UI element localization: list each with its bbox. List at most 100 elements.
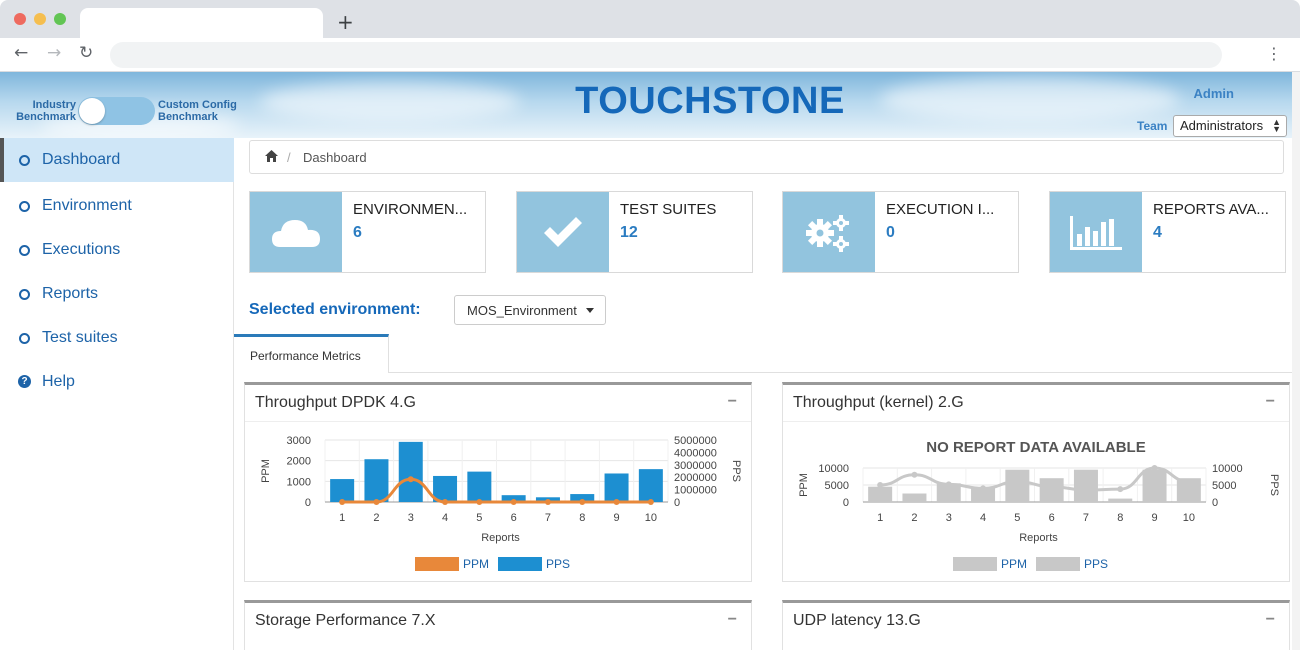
y2-tick-label: 5000000 [674,435,717,447]
x-tick-label: 4 [980,512,986,524]
x-tick-label: 6 [511,512,517,524]
x-tick-label: 5 [1014,512,1020,524]
bar-pps [364,459,389,502]
legend-swatch-ppm [953,557,997,571]
team-select[interactable]: Administrators ▲ ▼ [1173,115,1287,137]
address-bar[interactable] [110,42,1222,68]
maximize-window-icon[interactable] [54,13,66,25]
environment-select-value: MOS_Environment [467,303,577,318]
y2-tick-label: 10000 [1212,463,1243,475]
x-tick-label: 5 [476,512,482,524]
y2-tick-label: 1000000 [674,485,717,497]
bar-pps [868,486,893,502]
minimize-window-icon[interactable] [34,13,46,25]
stat-title: EXECUTION I... [886,201,995,218]
sidebar-item-label: Environment [42,197,132,214]
stat-value: 12 [620,224,638,241]
x-tick-label: 8 [579,512,585,524]
app-header: Industry Benchmark Custom Config Benchma… [0,72,1300,138]
sidebar-item-reports[interactable]: Reports [0,272,234,316]
point-ppm [339,499,346,505]
benchmark-toggle[interactable] [78,97,155,125]
tab-performance-metrics[interactable]: Performance Metrics [234,334,389,373]
x-tick-label: 1 [877,512,883,524]
browser-menu-icon[interactable]: ⋮ [1266,44,1282,63]
x-tick-label: 6 [1049,512,1055,524]
collapse-icon[interactable]: − [1266,393,1275,411]
stat-value: 0 [886,224,895,241]
browser-tab[interactable] [80,8,323,38]
y-axis-label: PPM [798,473,810,497]
circle-icon [19,245,30,256]
point-ppm [579,499,586,505]
help-icon: ? [18,375,31,388]
x-tick-label: 9 [613,512,619,524]
point-ppm [1117,486,1124,493]
team-select-value: Administrators [1180,118,1264,133]
y-tick-label: 0 [843,497,849,509]
collapse-icon[interactable]: − [1266,611,1275,629]
collapse-icon[interactable]: − [728,611,737,629]
y-tick-label: 3000 [287,435,311,447]
selected-environment-label: Selected environment: [249,301,421,318]
environment-select[interactable]: MOS_Environment [454,295,606,325]
stat-card-environments[interactable]: ENVIRONMEN... 6 [249,191,486,273]
x-tick-label: 7 [1083,512,1089,524]
y2-tick-label: 0 [674,497,680,509]
x-tick-label: 3 [946,512,952,524]
collapse-icon[interactable]: − [728,393,737,411]
stat-value: 4 [1153,224,1162,241]
x-tick-label: 1 [339,512,345,524]
x-tick-label: 10 [645,512,657,524]
x-tick-label: 9 [1151,512,1157,524]
toggle-knob[interactable] [79,98,105,124]
chart-title: NO REPORT DATA AVAILABLE [926,439,1145,456]
panel-title: UDP latency 13.G [793,612,921,629]
bar-chart-icon [1070,216,1122,250]
point-ppm [1048,483,1055,490]
panel-title: Throughput (kernel) 2.G [793,394,964,411]
stat-card-test-suites[interactable]: TEST SUITES 12 [516,191,753,273]
point-ppm [1151,465,1158,471]
legend-swatch-pps [498,557,542,571]
sort-arrows-icon: ▲ ▼ [1272,117,1281,134]
new-tab-icon[interactable]: + [337,10,354,34]
reload-icon[interactable]: ↻ [79,43,93,63]
circle-icon [19,289,30,300]
breadcrumb-separator: / [287,150,291,165]
x-axis-label: Reports [1019,532,1058,544]
point-ppm [476,499,483,505]
panel-throughput-kernel: Throughput (kernel) 2.G − NO REPORT DATA… [782,382,1290,582]
sidebar-item-environment[interactable]: Environment [0,184,234,228]
checkmark-icon [544,217,582,247]
bar-pps [467,471,492,502]
sidebar-item-help[interactable]: ? Help [0,360,234,404]
bar-pps [1039,478,1064,502]
panel-throughput-dpdk: Throughput DPDK 4.G − 0 1000 2000 3000 0 1000… [244,382,752,582]
y-tick-label: 2000 [287,456,311,468]
sidebar-item-label: Help [42,373,75,390]
admin-user-link[interactable]: Admin [1194,86,1234,101]
close-window-icon[interactable] [14,13,26,25]
y2-tick-label: 0 [1212,497,1218,509]
legend-swatch-pps [1036,557,1080,571]
sidebar-item-label: Executions [42,241,121,258]
forward-icon[interactable]: → [47,43,61,63]
sidebar-item-test-suites[interactable]: Test suites [0,316,234,360]
point-ppm [544,499,551,505]
sidebar-item-executions[interactable]: Executions [0,228,234,272]
sidebar-item-dashboard[interactable]: Dashboard [0,138,234,182]
point-ppm [1082,487,1089,494]
stat-value: 6 [353,224,362,241]
point-ppm [877,482,884,488]
stat-title: ENVIRONMEN... [353,201,468,218]
home-icon[interactable] [265,150,278,162]
x-tick-label: 7 [545,512,551,524]
point-ppm [510,499,517,505]
page-scrollbar[interactable] [1292,72,1300,650]
stat-card-reports[interactable]: REPORTS AVA... 4 [1049,191,1286,273]
bar-pps [604,473,629,502]
back-icon[interactable]: ← [14,43,28,63]
cloud-icon [272,220,320,247]
stat-card-executions[interactable]: EXECUTION I... 0 [782,191,1019,273]
